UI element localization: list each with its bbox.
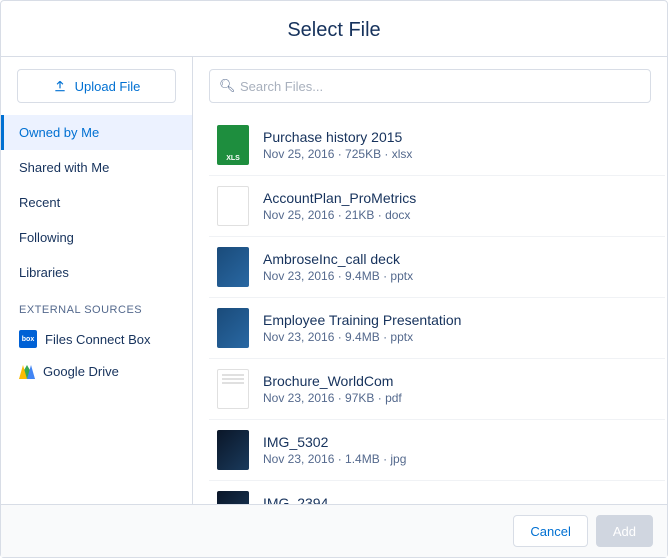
file-thumbnail-pptx (217, 247, 249, 287)
search-input[interactable] (209, 69, 651, 103)
sidebar-item-recent[interactable]: Recent (1, 185, 192, 220)
file-info: IMG_5302 Nov 23, 2016 · 1.4MB · jpg (263, 434, 657, 466)
external-source-gdrive[interactable]: Google Drive (1, 356, 192, 387)
file-meta: Nov 23, 2016 · 9.4MB · pptx (263, 269, 657, 283)
external-source-box[interactable]: box Files Connect Box (1, 322, 192, 356)
sidebar-item-owned-by-me[interactable]: Owned by Me (1, 115, 192, 150)
file-list[interactable]: XLS Purchase history 2015 Nov 25, 2016 · 7… (193, 115, 667, 504)
sidebar-item-libraries[interactable]: Libraries (1, 255, 192, 290)
file-thumbnail-jpg (217, 491, 249, 504)
google-drive-icon (19, 365, 35, 379)
file-meta: Nov 23, 2016 · 97KB · pdf (263, 391, 657, 405)
file-thumbnail-docx (217, 186, 249, 226)
file-name: Purchase history 2015 (263, 129, 657, 145)
file-thumbnail-jpg (217, 430, 249, 470)
external-sources-header: EXTERNAL SOURCES (1, 290, 192, 322)
file-name: Employee Training Presentation (263, 312, 657, 328)
file-info: IMG_2394Nov 23, 2016 · 1.4MB · jpg (263, 495, 657, 504)
file-name: AccountPlan_ProMetrics (263, 190, 657, 206)
file-info: Purchase history 2015 Nov 25, 2016 · 725K… (263, 129, 657, 161)
sidebar-item-following[interactable]: Following (1, 220, 192, 255)
file-name: AmbroseInc_call deck (263, 251, 657, 267)
search-icon: 🔍︎ (219, 78, 236, 94)
search-container: 🔍︎ (193, 57, 667, 115)
file-thumbnail-pdf (217, 369, 249, 409)
file-meta: Nov 23, 2016 · 1.4MB · jpg (263, 452, 657, 466)
file-row[interactable]: AccountPlan_ProMetrics Nov 25, 2016 · 21K… (209, 176, 665, 237)
file-info: AmbroseInc_call deck Nov 23, 2016 · 9.4MB… (263, 251, 657, 283)
file-meta: Nov 25, 2016 · 21KB · docx (263, 208, 657, 222)
file-info: Brochure_WorldCom Nov 23, 2016 · 97KB · p… (263, 373, 657, 405)
file-name: Brochure_WorldCom (263, 373, 657, 389)
upload-file-label: Upload File (75, 79, 141, 94)
file-meta: Nov 25, 2016 · 725KB · xlsx (263, 147, 657, 161)
footer: Cancel Add (1, 504, 667, 557)
cancel-button[interactable]: Cancel (513, 515, 587, 547)
file-thumbnail-xls: XLS (217, 125, 249, 165)
file-row[interactable]: Brochure_WorldCom Nov 23, 2016 · 97KB · p… (209, 359, 665, 420)
file-row[interactable]: XLS Purchase history 2015 Nov 25, 2016 · 7… (209, 115, 665, 176)
modal-body: Upload File Owned by MeShared with MeRec… (1, 57, 667, 504)
file-row[interactable]: Employee Training Presentation Nov 23, 20… (209, 298, 665, 359)
add-button: Add (596, 515, 653, 547)
file-info: AccountPlan_ProMetrics Nov 25, 2016 · 21K… (263, 190, 657, 222)
external-source-label: Files Connect Box (45, 332, 151, 347)
file-row[interactable]: AmbroseInc_call deck Nov 23, 2016 · 9.4MB… (209, 237, 665, 298)
file-thumbnail-pptx (217, 308, 249, 348)
file-row[interactable]: IMG_5302 Nov 23, 2016 · 1.4MB · jpg (209, 420, 665, 481)
file-meta: Nov 23, 2016 · 9.4MB · pptx (263, 330, 657, 344)
sidebar-item-shared-with-me[interactable]: Shared with Me (1, 150, 192, 185)
file-name: IMG_2394 (263, 495, 657, 504)
upload-icon (53, 79, 67, 93)
file-row[interactable]: IMG_2394Nov 23, 2016 · 1.4MB · jpg (209, 481, 665, 504)
file-name: IMG_5302 (263, 434, 657, 450)
sidebar: Upload File Owned by MeShared with MeRec… (1, 57, 193, 504)
file-info: Employee Training Presentation Nov 23, 20… (263, 312, 657, 344)
modal-title: Select File (1, 1, 667, 56)
upload-file-button[interactable]: Upload File (17, 69, 176, 103)
main-panel: 🔍︎ XLS Purchase history 2015 Nov 25, 2016 … (193, 57, 667, 504)
external-source-label: Google Drive (43, 364, 119, 379)
box-icon: box (19, 330, 37, 348)
